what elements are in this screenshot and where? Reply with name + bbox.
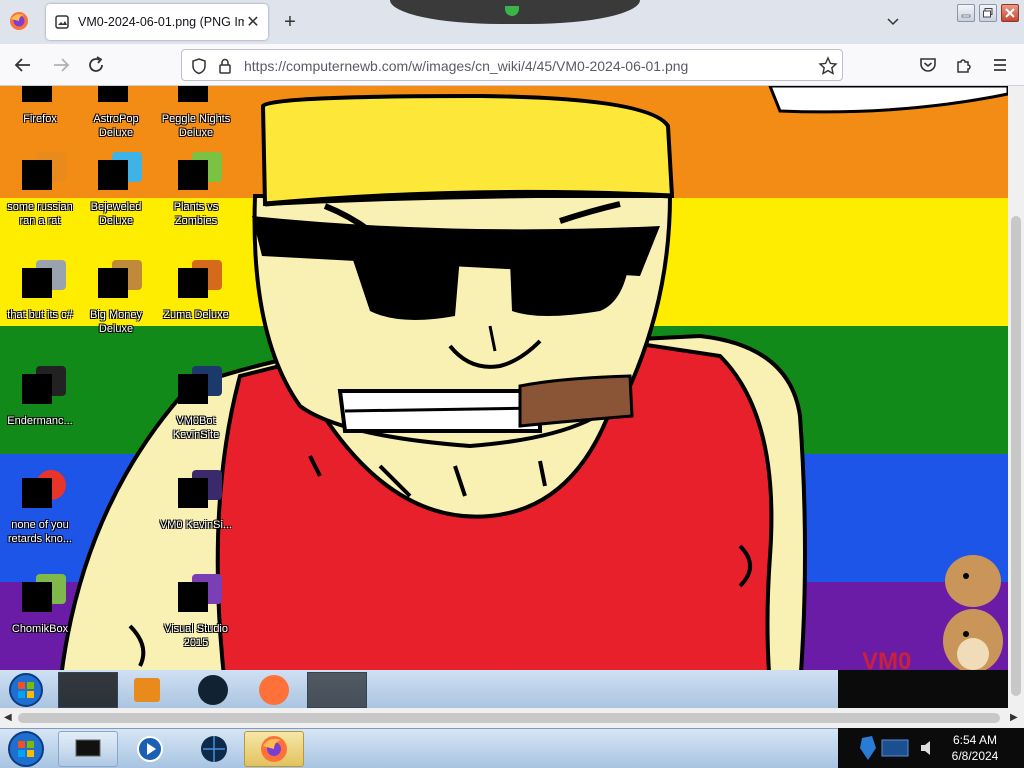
scrollbar-thumb[interactable] (1011, 216, 1021, 696)
image-taskbar-app-1 (58, 672, 118, 708)
clock-time: 6:54 AM (952, 733, 998, 747)
url-bar[interactable]: https://computernewb.com/w/images/cn_wik… (181, 49, 843, 81)
desktop-icon-astropop: AstroPop Deluxe (76, 86, 156, 140)
star-icon[interactable] (818, 56, 838, 76)
desktop-icon-zuma: Zuma Deluxe (156, 260, 236, 322)
scrollbar-thumb[interactable] (18, 713, 1000, 723)
new-tab-button[interactable]: + (278, 11, 302, 35)
puzzle-icon[interactable] (953, 54, 975, 76)
hamburger-menu-icon[interactable] (989, 54, 1011, 76)
tab-active[interactable]: VM0-2024-06-01.png (PNG Ima ✕ (46, 4, 268, 40)
forward-arrow-icon[interactable] (50, 54, 72, 76)
shield-icon[interactable] (190, 57, 208, 75)
lock-icon[interactable] (216, 57, 234, 75)
clock[interactable]: 6:54 AM 6/8/2024 (940, 732, 1010, 764)
desktop-icon-bejeweled: Bejeweled Deluxe (76, 152, 156, 228)
chevron-down-icon[interactable] (885, 14, 901, 30)
tab-bar: VM0-2024-06-01.png (PNG Ima ✕ + (0, 0, 1024, 44)
taskbar-app-firefox[interactable] (244, 731, 304, 767)
taskbar-app-globe[interactable] (184, 731, 244, 767)
network-icon[interactable] (856, 734, 916, 762)
start-button[interactable] (6, 730, 46, 768)
media-player-icon (134, 678, 160, 702)
navigation-toolbar: https://computernewb.com/w/images/cn_wik… (0, 44, 1024, 86)
image-viewer: VM0 Firefox AstroPop Deluxe Peggle Night… (0, 86, 1008, 708)
taskbar-app-vm[interactable] (58, 731, 118, 767)
back-arrow-icon[interactable] (12, 54, 34, 76)
desktop-icon-vm0-kevinsite: VM0 KevinSi... (156, 470, 236, 532)
image-taskbar-app-2 (307, 672, 367, 708)
minimize-button[interactable] (957, 4, 975, 22)
globe-icon (198, 675, 228, 705)
pocket-icon[interactable] (917, 54, 939, 76)
scroll-right-icon[interactable]: ▶ (1010, 712, 1018, 723)
speaker-icon[interactable] (918, 738, 938, 758)
desktop-icon-vm0bot-kevinsite: VM0Bot KevinSite (156, 366, 236, 442)
firefox-icon (259, 675, 289, 705)
media-player-icon (137, 736, 163, 762)
vertical-scrollbar[interactable] (1008, 86, 1024, 708)
desktop-icon-chomikbox: ChomikBox (0, 574, 80, 636)
desktop-icon-that-but-csharp: that but its c# (0, 260, 80, 322)
horizontal-scrollbar[interactable]: ◀ ▶ (0, 708, 1024, 728)
restore-button[interactable] (979, 4, 997, 22)
hamster-image (943, 555, 1003, 673)
close-tab-icon[interactable]: ✕ (244, 13, 262, 31)
clock-date: 6/8/2024 (951, 749, 999, 763)
tab-title: VM0-2024-06-01.png (PNG Ima (78, 15, 244, 29)
desktop-icon-visual-studio: Visual Studio 2015 (156, 574, 236, 650)
globe-icon (201, 736, 227, 762)
close-window-button[interactable] (1001, 4, 1019, 22)
image-system-tray (838, 670, 1008, 708)
firefox-icon (261, 736, 287, 762)
reload-icon[interactable] (85, 54, 107, 76)
desktop-icon-plants-vs-zombies: Plants vs Zombies (156, 152, 236, 228)
desktop-icon-endermanch: Endermanc... (0, 366, 80, 428)
taskbar-app-media-player[interactable] (120, 731, 180, 767)
scroll-left-icon[interactable]: ◀ (4, 712, 12, 723)
desktop-icon-none-of-you: none of you retards kno... (0, 470, 80, 546)
desktop-icon-firefox: Firefox (0, 86, 80, 126)
image-file-icon (55, 15, 69, 29)
desktop-icon-russian-rat: some russian ran a rat (0, 152, 80, 228)
desktop-icon-peggle: Peggle Nights Deluxe (156, 86, 236, 140)
computer-icon (75, 739, 101, 757)
firefox-icon[interactable] (8, 10, 30, 32)
start-orb-icon (9, 673, 43, 707)
url-text[interactable]: https://computernewb.com/w/images/cn_wik… (244, 58, 688, 74)
desktop-icon-big-money: Big Money Deluxe (76, 260, 156, 336)
